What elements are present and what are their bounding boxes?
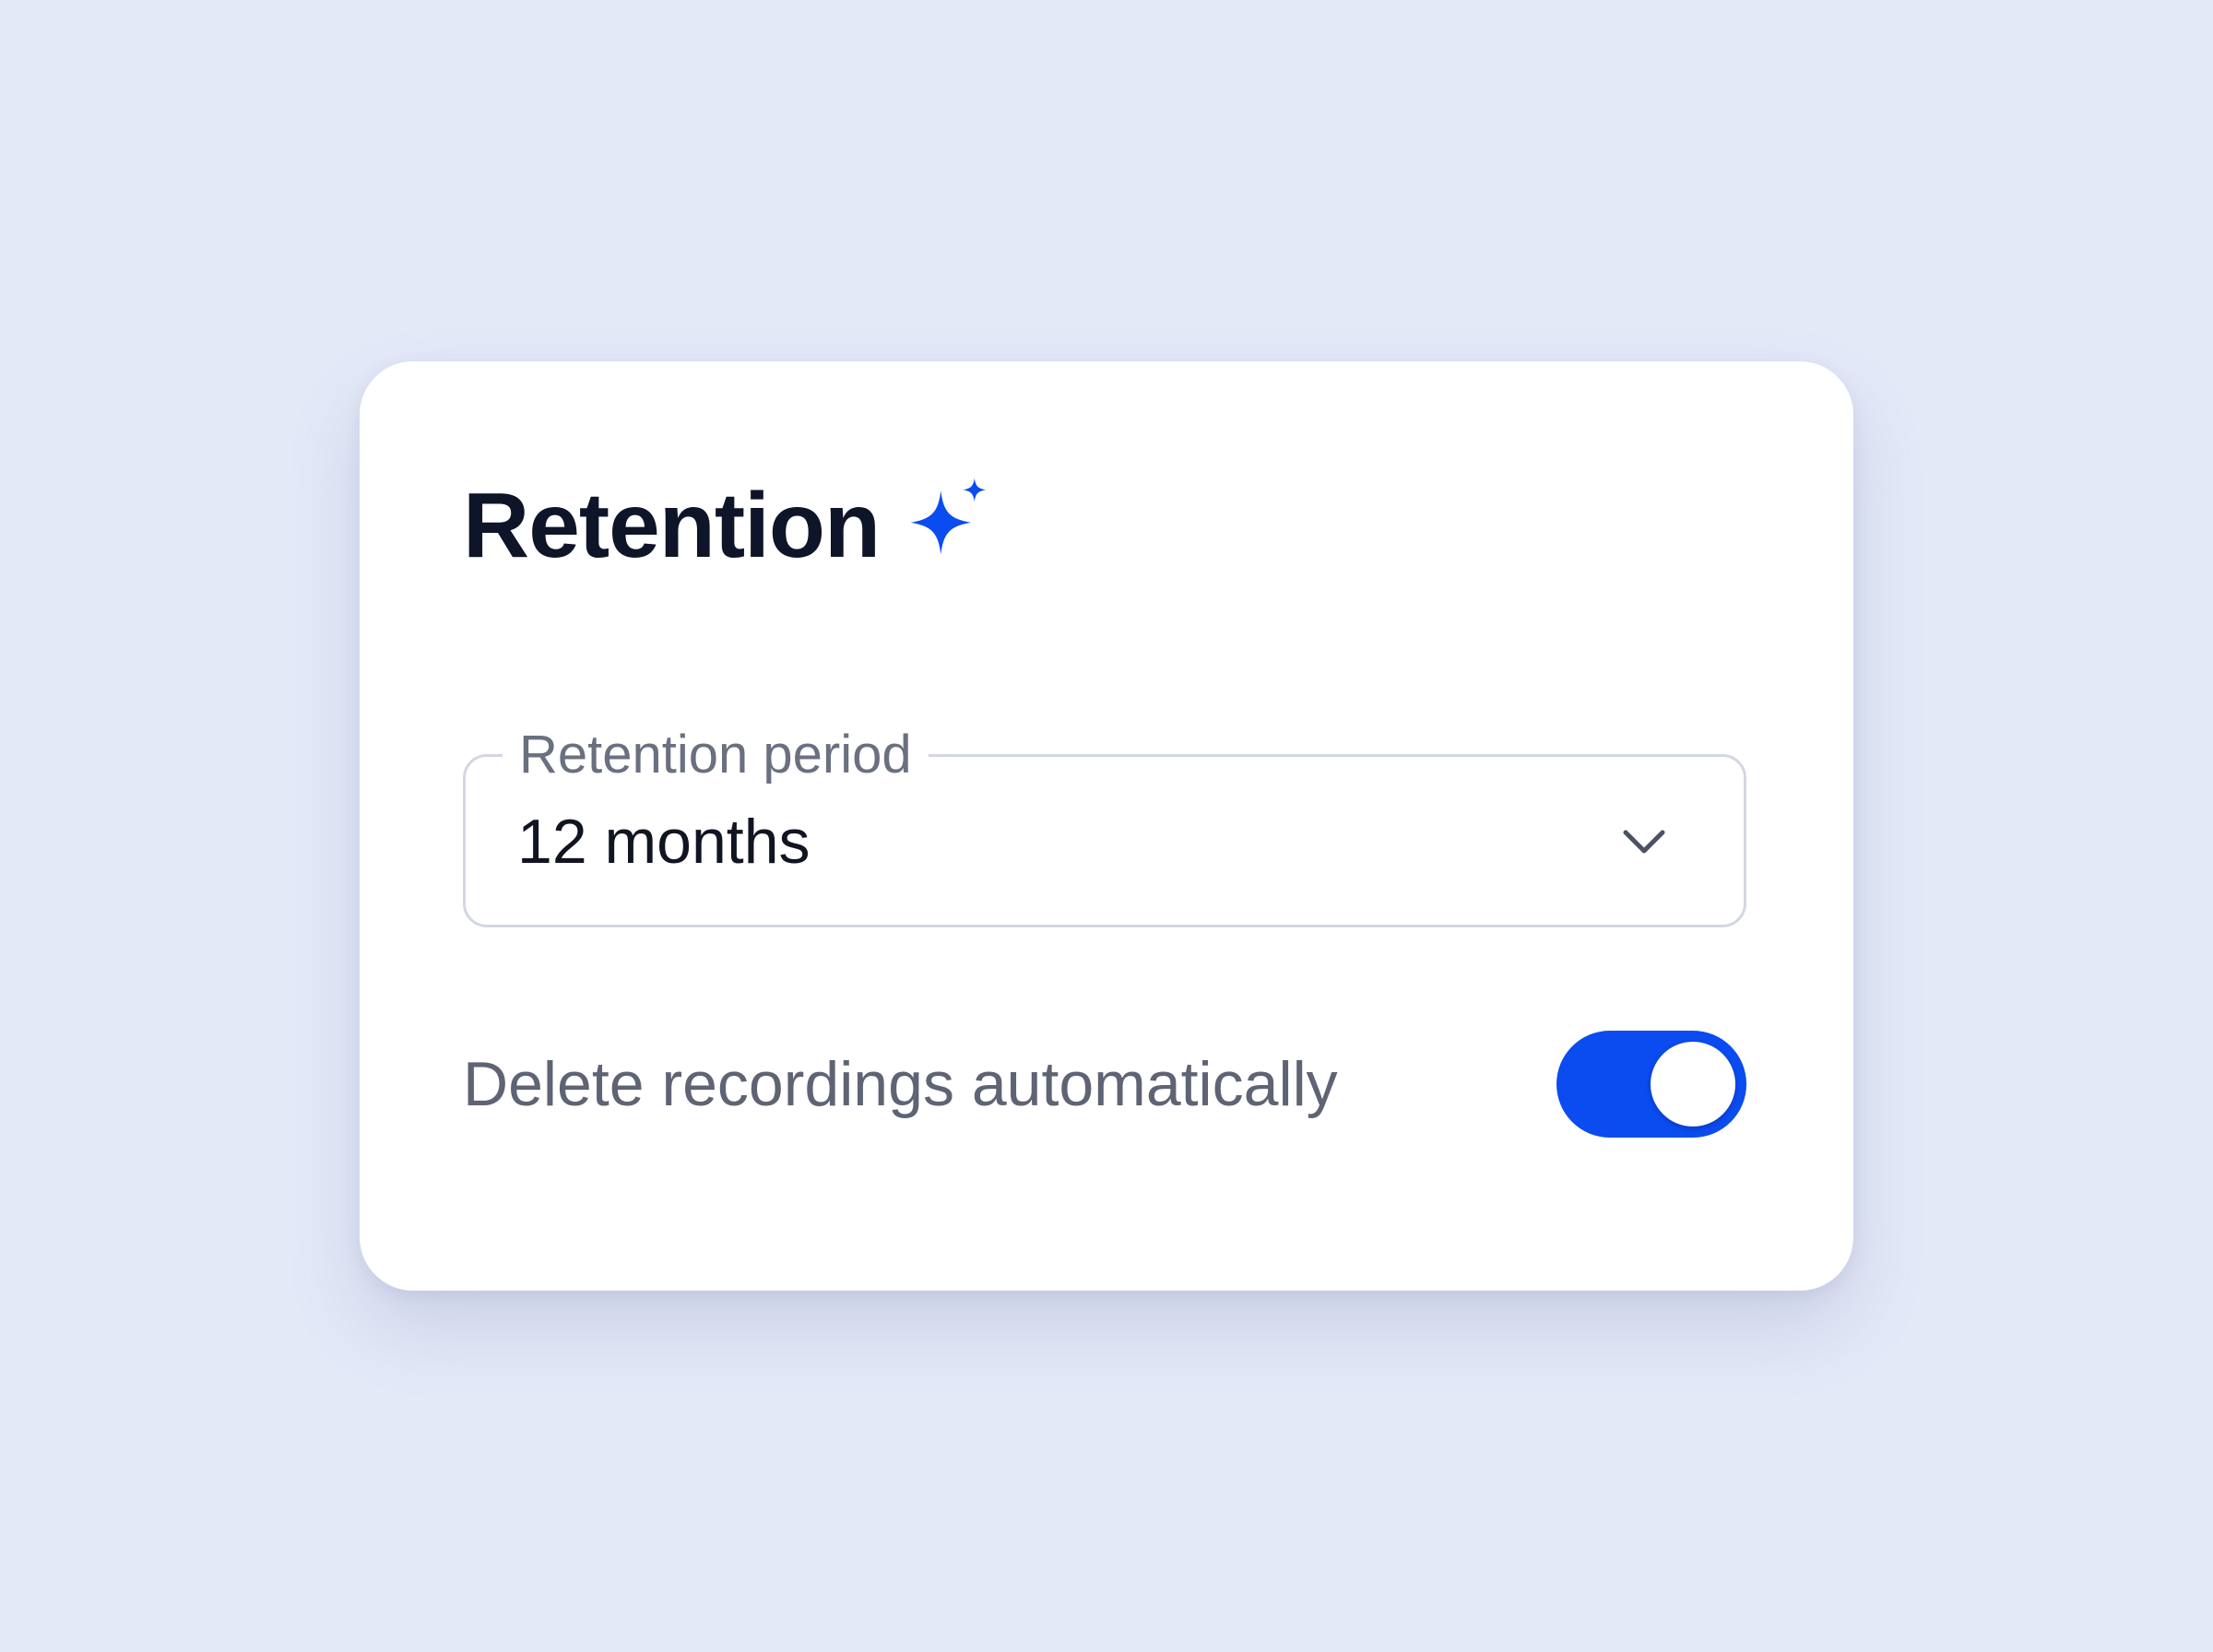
card-header: Retention (463, 474, 992, 577)
chevron-down-icon[interactable] (1616, 814, 1672, 869)
retention-period-value: 12 months (517, 807, 811, 877)
retention-card: Retention Retention period 12 months Del… (360, 361, 1853, 1291)
toggle-knob (1651, 1042, 1735, 1127)
retention-period-label: Retention period (503, 722, 929, 788)
card-title: Retention (463, 474, 881, 577)
auto-delete-row: Delete recordings automatically (463, 1031, 1746, 1141)
auto-delete-toggle[interactable] (1556, 1031, 1746, 1138)
sparkle-icon (910, 478, 987, 555)
retention-period-select[interactable]: Retention period 12 months (463, 722, 1746, 927)
auto-delete-label: Delete recordings automatically (463, 1049, 1338, 1119)
